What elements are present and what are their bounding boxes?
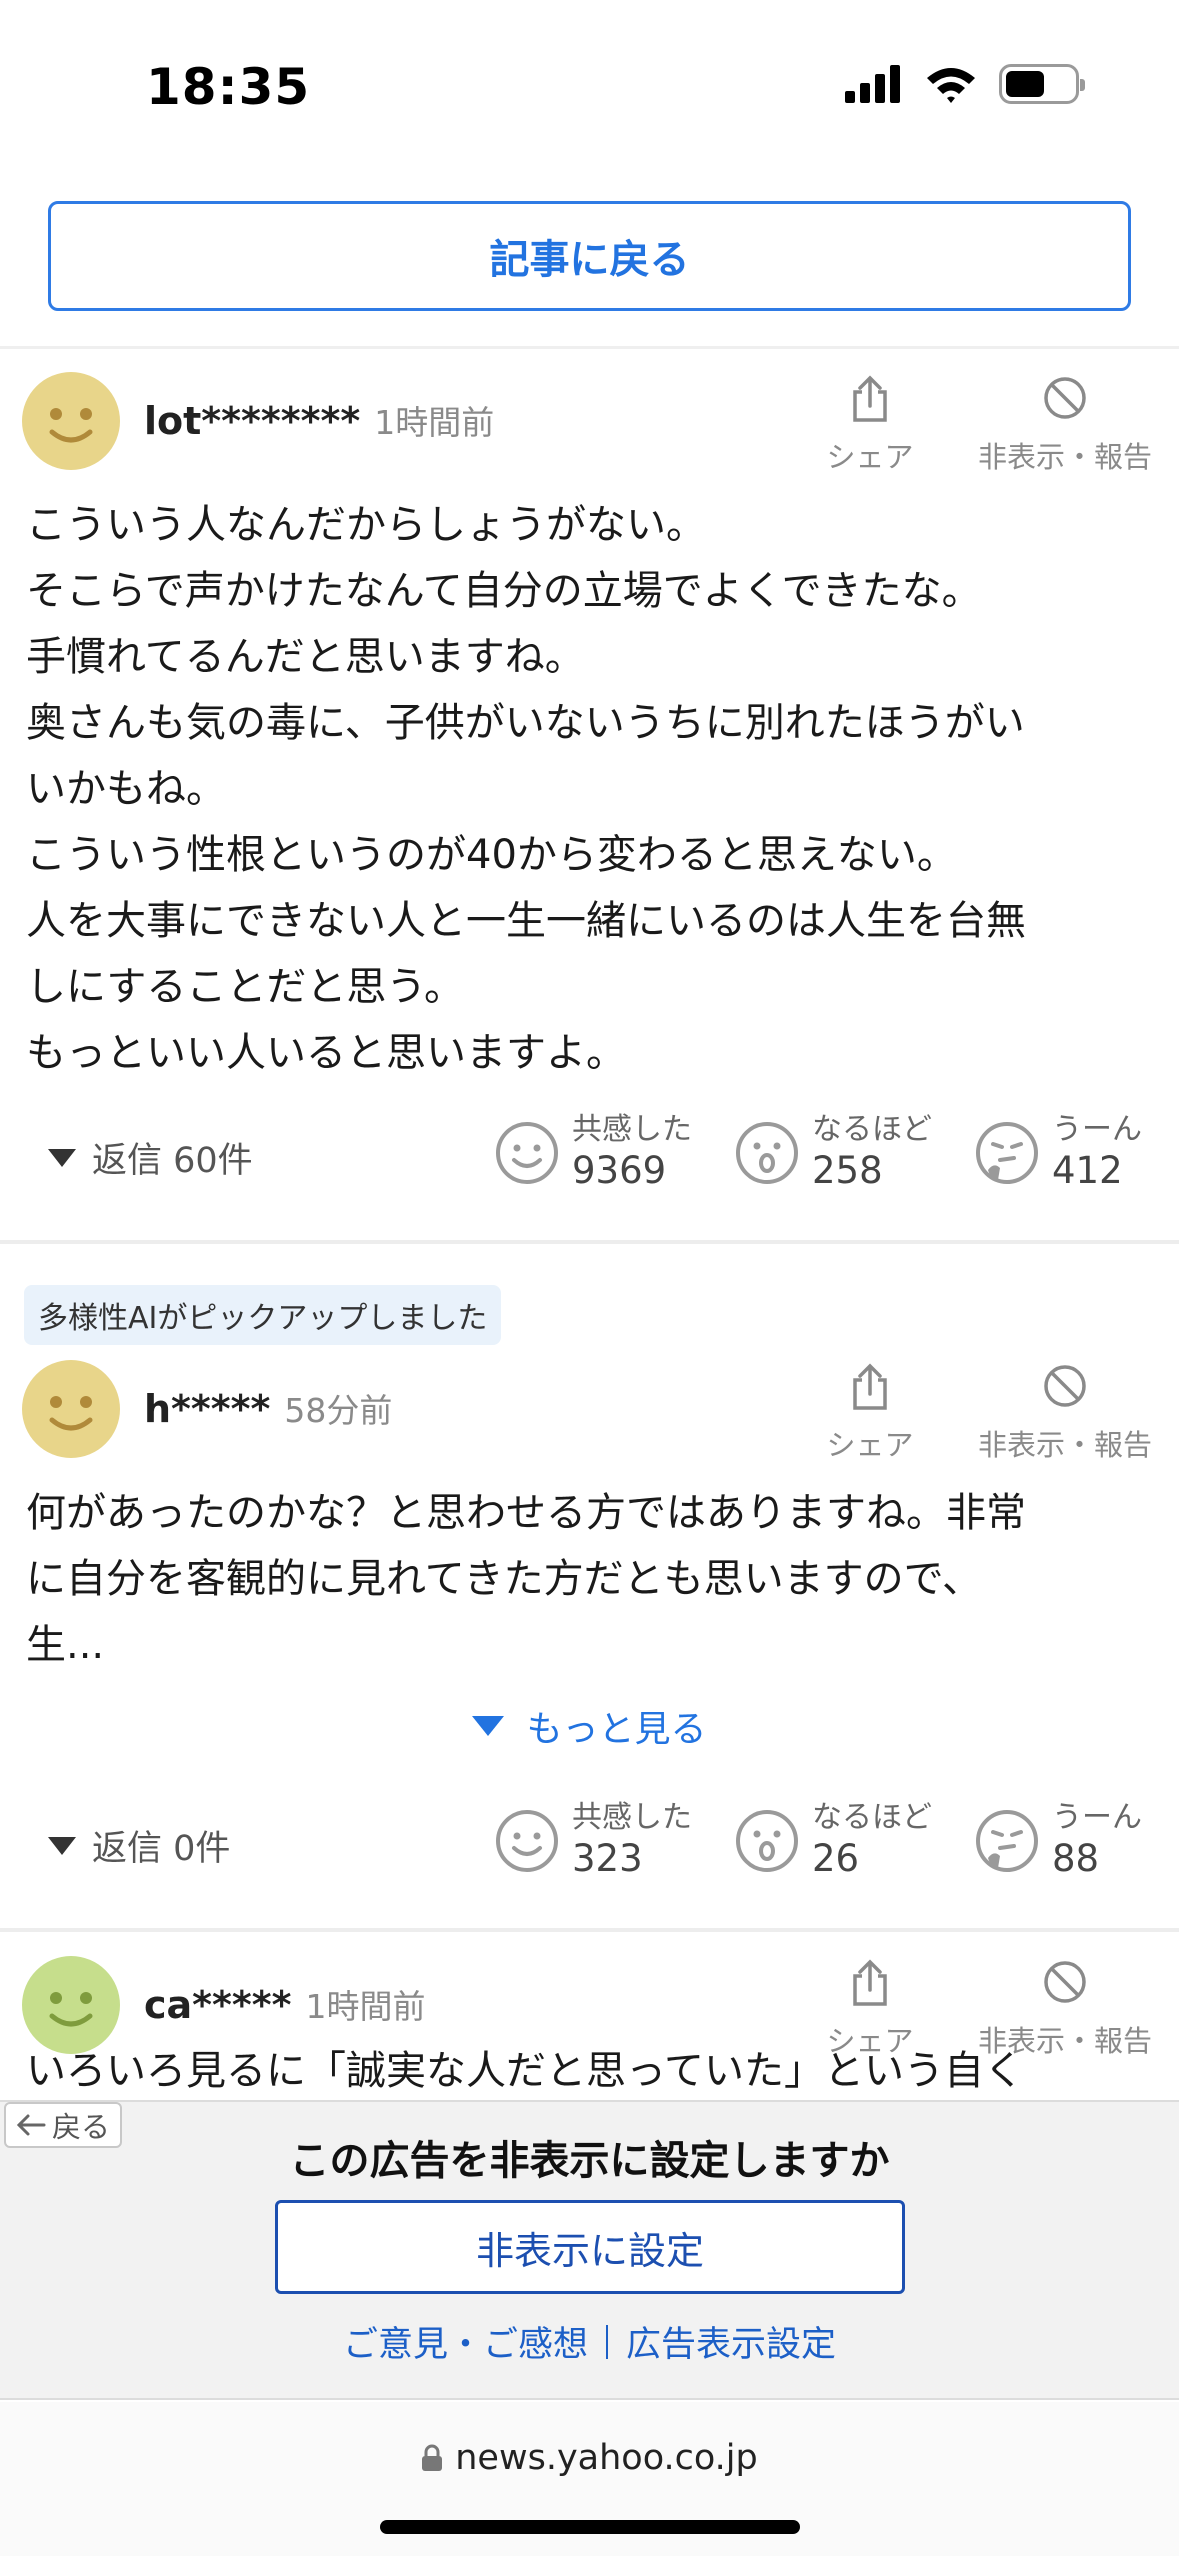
hide-ad-button[interactable]: 非表示に設定	[275, 2200, 905, 2294]
smile-icon	[496, 1810, 558, 1872]
comment-body: 何があったのかな？と思わせる方ではありますね。非常 に自分を客観的に見れてきた方…	[26, 1490, 1026, 1668]
surprised-icon	[736, 1810, 798, 1872]
reaction-agree[interactable]: 共感した 9369	[494, 1112, 692, 1194]
comment-time: 1時間前	[305, 1987, 426, 2026]
reaction-label: 共感した	[572, 1112, 692, 1147]
status-icons	[845, 64, 1085, 104]
reaction-count: 323	[572, 1837, 643, 1880]
share-icon	[853, 1959, 887, 2006]
cellular-signal-icon	[845, 65, 900, 103]
comment-header: ca***** 1時間前	[144, 1980, 426, 2028]
show-more-label: もっと見る	[526, 1709, 707, 1750]
browser-url-bar: news.yahoo.co.jp	[0, 2402, 1179, 2556]
wifi-icon	[927, 68, 975, 103]
status-bar: 18:35	[0, 0, 1179, 170]
home-indicator[interactable]	[380, 2520, 800, 2534]
ad-hide-title: この広告を非表示に設定しますか	[289, 2138, 890, 2184]
reply-count: 返信 0件	[92, 1829, 231, 1869]
reaction-hmm[interactable]: うーん 88	[974, 1800, 1142, 1882]
reaction-hmm[interactable]: うーん 412	[974, 1112, 1142, 1194]
divider	[0, 1240, 1179, 1244]
ai-pickup-badge: 多様性AIがピックアップしました	[24, 1285, 502, 1345]
caret-down-icon	[48, 1836, 76, 1855]
comment-header: lot******** 1時間前	[144, 396, 494, 444]
reaction-insight[interactable]: なるほど 258	[734, 1112, 932, 1194]
comment-body: こういう人なんだからしょうがない。 そこらで声かけたなんて自分の立場でよくできた…	[26, 502, 1026, 1076]
divider	[0, 1928, 1179, 1932]
comment-header: h***** 58分前	[144, 1384, 392, 1432]
back-to-article-button[interactable]: 記事に戻る	[48, 201, 1131, 311]
reaction-label: うーん	[1052, 1800, 1142, 1835]
smile-icon	[496, 1122, 558, 1184]
battery-icon	[999, 64, 1085, 104]
reaction-count: 88	[1052, 1837, 1100, 1880]
show-more-link[interactable]: もっと見る	[0, 1700, 1179, 1752]
comment-time: 58分前	[284, 1391, 393, 1430]
avatar[interactable]	[22, 372, 120, 470]
avatar[interactable]	[22, 1360, 120, 1458]
url-field[interactable]: news.yahoo.co.jp	[0, 2438, 1179, 2478]
comment-time: 1時間前	[374, 403, 495, 442]
caret-down-icon	[472, 1716, 505, 1736]
feedback-link[interactable]: ご意見・ご感想	[343, 2316, 588, 2367]
reaction-count: 258	[812, 1149, 883, 1192]
hide-report-button[interactable]: 非表示・報告	[970, 374, 1160, 476]
link-separator	[606, 2324, 608, 2359]
block-icon	[1044, 1365, 1086, 1407]
thinking-icon	[976, 1122, 1038, 1184]
share-label: シェア	[826, 440, 914, 474]
block-icon	[1044, 377, 1086, 419]
reaction-agree[interactable]: 共感した 323	[494, 1800, 692, 1882]
reaction-label: なるほど	[812, 1112, 932, 1147]
reply-toggle[interactable]: 返信 0件	[48, 1820, 230, 1871]
smiley-avatar-icon	[22, 1360, 120, 1458]
username[interactable]: h*****	[144, 1387, 270, 1431]
share-icon	[853, 1363, 887, 1410]
comment-body-peek: いろいろ見るに「誠実な人だと思っていた」という自く	[26, 2048, 1024, 2094]
hide-report-label: 非表示・報告	[977, 440, 1152, 474]
reaction-count: 26	[812, 1837, 860, 1880]
reaction-insight[interactable]: なるほど 26	[734, 1800, 932, 1882]
divider	[0, 346, 1179, 349]
smiley-avatar-icon	[22, 372, 120, 470]
reaction-label: なるほど	[812, 1800, 932, 1835]
reaction-count: 412	[1052, 1149, 1123, 1192]
lock-icon	[422, 2444, 443, 2471]
hide-report-label: 非表示・報告	[977, 1428, 1152, 1462]
url-text: news.yahoo.co.jp	[455, 2438, 758, 2478]
share-icon	[853, 375, 887, 422]
reaction-count: 9369	[572, 1149, 667, 1192]
username[interactable]: ca*****	[144, 1983, 292, 2027]
share-button[interactable]: シェア	[820, 1362, 920, 1464]
caret-down-icon	[48, 1148, 76, 1167]
status-time: 18:35	[146, 58, 311, 116]
share-label: シェア	[826, 1428, 914, 1462]
reply-count: 返信 60件	[92, 1141, 253, 1181]
share-button[interactable]: シェア	[820, 374, 920, 476]
ad-links: ご意見・ご感想 広告表示設定	[0, 2316, 1179, 2367]
reaction-label: 共感した	[572, 1800, 692, 1835]
block-icon	[1044, 1961, 1086, 2003]
thinking-icon	[976, 1810, 1038, 1872]
reply-toggle[interactable]: 返信 60件	[48, 1132, 253, 1183]
ad-settings-link[interactable]: 広告表示設定	[626, 2316, 836, 2367]
reaction-label: うーん	[1052, 1112, 1142, 1147]
surprised-icon	[736, 1122, 798, 1184]
username[interactable]: lot********	[144, 399, 360, 443]
hide-report-button[interactable]: 非表示・報告	[970, 1362, 1160, 1464]
